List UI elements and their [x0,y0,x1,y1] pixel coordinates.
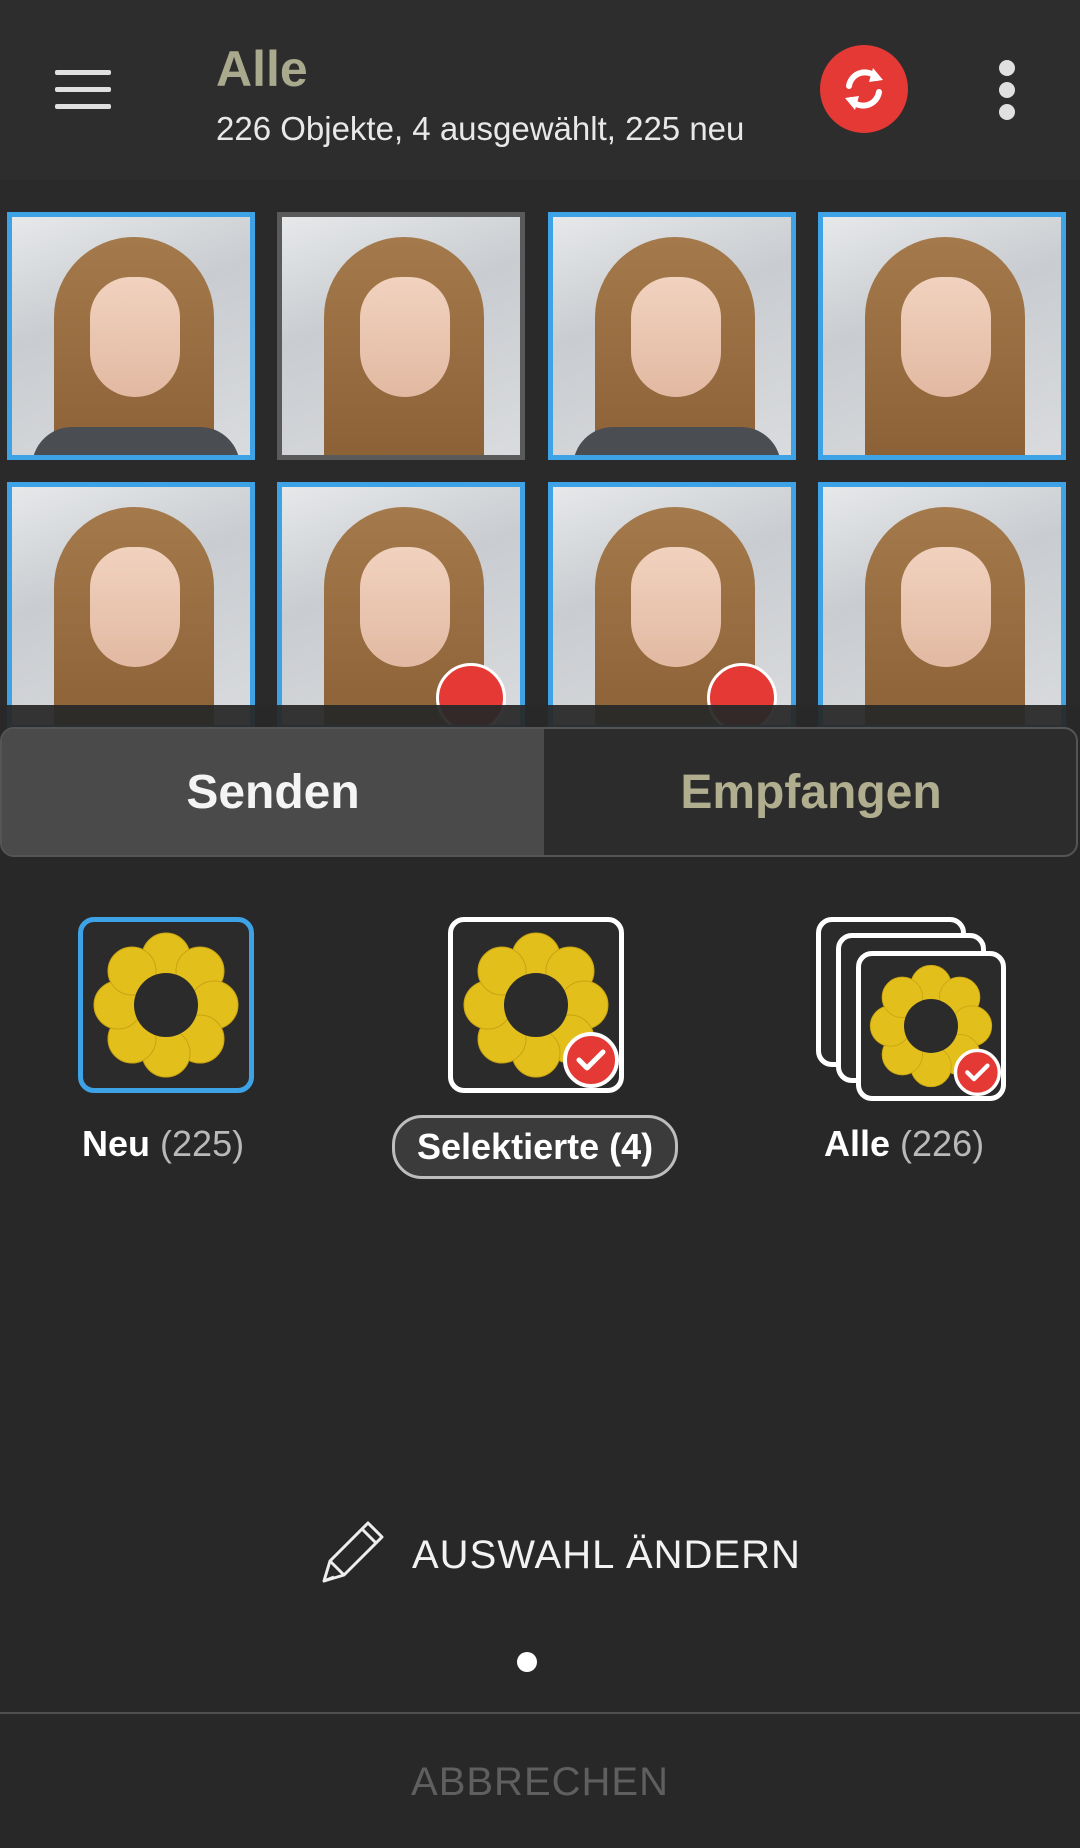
option-new-count: (225) [160,1123,245,1164]
menu-icon[interactable] [55,70,111,110]
pencil-icon [322,1521,384,1583]
option-selected-label[interactable]: Selektierte (4) [392,1115,679,1179]
flower-icon [869,964,1001,1096]
cancel-button[interactable]: ABBRECHEN [0,1760,1080,1805]
flower-icon-box [78,917,254,1093]
photo-thumbnail[interactable] [818,482,1066,730]
photo-thumbnail[interactable] [548,482,796,730]
flower-icon-box [448,917,624,1093]
flower-icon-box [856,951,1006,1101]
divider [0,1712,1080,1714]
edit-selection-button[interactable]: AUSWAHL ÄNDERN [310,1515,801,1595]
flower-icon [463,932,619,1088]
option-all-label: Alle (226) [824,1123,984,1165]
photo-thumbnail[interactable] [7,482,255,730]
sync-button[interactable] [820,45,908,133]
page-title: Alle [216,41,308,97]
transfer-tabs: Senden Empfangen [0,727,1078,857]
tab-empfangen[interactable]: Empfangen [544,729,1076,855]
flower-icon [93,932,239,1078]
photo-thumbnail[interactable] [277,212,525,460]
page-subtitle: 226 Objekte, 4 ausgewählt, 225 neu [216,110,745,147]
edit-selection-label: AUSWAHL ÄNDERN [412,1532,801,1577]
photo-thumbnail[interactable] [7,212,255,460]
app-bar: Alle 226 Objekte, 4 ausgewählt, 225 neu [0,0,1080,180]
more-vert-icon[interactable] [995,60,1019,120]
option-new-label: Neu (225) [82,1123,244,1165]
sync-icon [845,68,883,110]
page-indicator-dot [517,1652,537,1672]
option-all-text: Alle [824,1123,891,1164]
transfer-sheet: Senden Empfangen Neu (225) Selektierte (… [0,705,1080,1848]
photo-thumbnail[interactable] [277,482,525,730]
photo-thumbnail[interactable] [818,212,1066,460]
option-new-text: Neu [82,1123,151,1164]
photo-thumbnail[interactable] [548,212,796,460]
option-all-count: (226) [900,1123,985,1164]
tab-senden[interactable]: Senden [2,729,544,855]
